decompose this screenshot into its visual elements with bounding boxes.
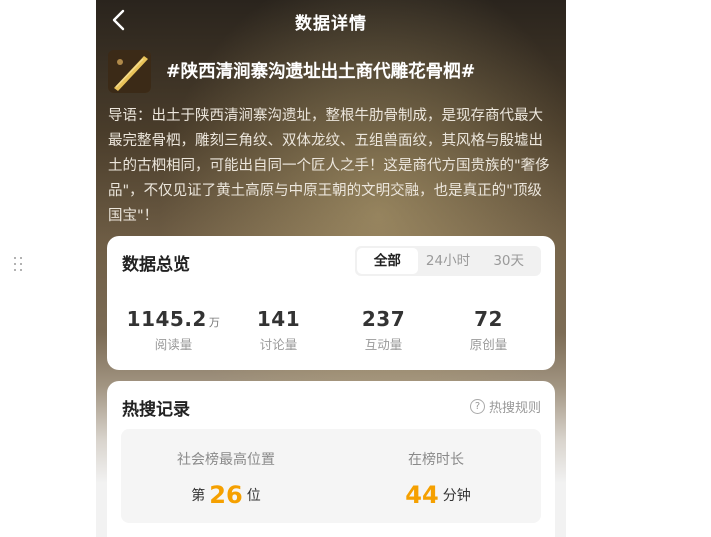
overview-title: 数据总览 <box>122 255 190 275</box>
drag-handle-icon[interactable] <box>14 257 24 273</box>
time-on-list-label: 在榜时长 <box>408 452 464 468</box>
time-on-list: 在榜时长 44 分钟 <box>331 429 541 523</box>
stat-value: 237 <box>361 307 406 331</box>
hot-search-stats: 社会榜最高位置 第 26 位 在榜时长 44 分钟 <box>121 429 541 523</box>
stat-label: 讨论量 <box>259 337 298 352</box>
highest-rank-value: 第 26 位 <box>191 481 261 509</box>
duration-number: 44 <box>405 481 439 509</box>
time-range-tabs: 全部 24小时 30天 <box>355 246 541 276</box>
topic-title[interactable]: #陕西清涧寨沟遗址出土商代雕花骨柶# <box>166 58 556 83</box>
mobile-screen: 数据详情 #陕西清涧寨沟遗址出土商代雕花骨柶# 导语：出土于陕西清涧寨沟遗址，整… <box>96 0 566 537</box>
stat-discussions: 141 讨论量 <box>226 307 331 353</box>
topic-thumbnail <box>108 50 151 93</box>
highest-rank: 社会榜最高位置 第 26 位 <box>121 429 331 523</box>
time-on-list-value: 44 分钟 <box>405 481 471 509</box>
tab-30d[interactable]: 30天 <box>478 248 539 274</box>
stat-unit: 万 <box>208 316 221 329</box>
overview-card: 数据总览 全部 24小时 30天 1145.2 万 阅读量 141 讨论量 237… <box>107 236 555 370</box>
stat-value: 72 <box>474 307 503 331</box>
page-title: 数据详情 <box>295 14 367 34</box>
tab-24h[interactable]: 24小时 <box>418 248 479 274</box>
hot-search-rules-link[interactable]: ? 热搜规则 <box>469 397 541 416</box>
tab-all[interactable]: 全部 <box>357 248 418 274</box>
stat-value: 141 <box>256 307 301 331</box>
top-bar: 数据详情 <box>96 0 566 40</box>
stat-originals: 72 原创量 <box>436 307 541 353</box>
stat-label: 阅读量 <box>154 337 193 352</box>
stat-label: 原创量 <box>469 337 508 352</box>
hot-search-title: 热搜记录 <box>122 400 190 420</box>
stats-row: 1145.2 万 阅读量 141 讨论量 237 互动量 72 原创量 <box>107 307 555 353</box>
question-circle-icon: ? <box>469 399 485 414</box>
rules-label: 热搜规则 <box>488 401 541 416</box>
stat-reads: 1145.2 万 阅读量 <box>121 307 226 353</box>
stat-value: 1145.2 万 <box>126 307 221 331</box>
rank-number: 26 <box>209 481 243 509</box>
topic-intro: 导语：出土于陕西清涧寨沟遗址，整根牛肋骨制成，是现存商代最大最完整骨柶，雕刻三角… <box>108 108 550 224</box>
highest-rank-label: 社会榜最高位置 <box>177 452 275 468</box>
stat-interactions: 237 互动量 <box>331 307 436 353</box>
stat-label: 互动量 <box>364 337 403 352</box>
hot-search-card: 热搜记录 ? 热搜规则 社会榜最高位置 第 26 位 在榜时长 44 分钟 <box>107 381 555 537</box>
